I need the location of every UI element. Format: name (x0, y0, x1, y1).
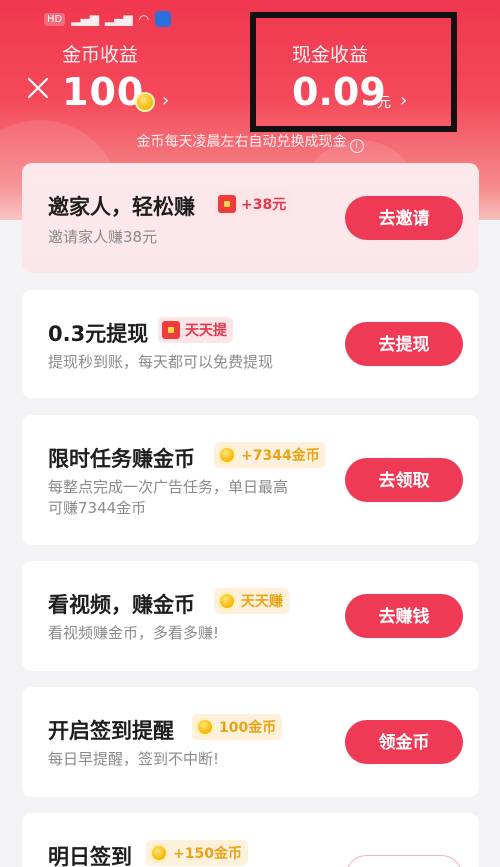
task-card-limited: 限时任务赚金币 +7344金币 每整点完成一次广告任务，单日最高 可赚7344金… (22, 415, 479, 545)
claim-button[interactable]: 去领取 (345, 458, 463, 502)
reward-tag: 天天提 (158, 317, 233, 343)
coin-icon (218, 446, 236, 464)
reward-tag: +150金币 (146, 840, 248, 866)
reward-tag-text: 天天提 (185, 323, 227, 339)
card-description: 看视频赚金币，多看多赚! (48, 624, 220, 642)
coin-icon (196, 718, 214, 736)
reward-tag-text: 天天赚 (241, 594, 283, 610)
card-title: 开启签到提醒 (48, 719, 174, 743)
red-packet-icon (218, 195, 236, 213)
task-card-withdraw: 0.3元提现 天天提 提现秒到账，每天都可以免费提现 去提现 (22, 290, 479, 398)
task-card-invite: 邀家人，轻松赚 +38元 邀请家人赚38元 去邀请 (22, 163, 479, 273)
card-title: 看视频，赚金币 (48, 593, 195, 617)
close-icon[interactable] (26, 76, 50, 100)
card-title: 限时任务赚金币 (48, 447, 195, 471)
coins-earnings-label: 金币收益 (62, 44, 139, 66)
card-description-line-2: 可赚7344金币 (48, 499, 147, 517)
status-bar: HD ▂▄▆ ▂▄▆ ◠ (44, 8, 172, 30)
signal-icon: ▂▄▆ (104, 12, 133, 26)
reward-tag-text: +7344金币 (241, 448, 320, 464)
card-title: 0.3元提现 (48, 322, 149, 346)
task-card-tomorrow-checkin: 明日签到 +150金币 (22, 813, 479, 867)
card-description: 每日早提醒，签到不中断! (48, 750, 220, 768)
reward-tag: 天天赚 (214, 588, 289, 614)
task-card-video: 看视频，赚金币 天天赚 看视频赚金币，多看多赚! 去赚钱 (22, 561, 479, 671)
reward-tag: 100金币 (192, 714, 283, 740)
card-description: 邀请家人赚38元 (48, 228, 158, 246)
invite-button[interactable]: 去邀请 (345, 196, 463, 240)
get-coins-button[interactable]: 领金币 (345, 720, 463, 764)
card-description-line-1: 每整点完成一次广告任务，单日最高 (48, 478, 289, 496)
reward-tag: +38元 (214, 191, 293, 217)
reward-tag-text: +150金币 (173, 846, 242, 862)
reward-tag-text: 100金币 (219, 720, 277, 736)
coin-icon (218, 592, 236, 610)
earn-money-button[interactable]: 去赚钱 (345, 594, 463, 638)
exchange-note: 金币每天凌晨左右自动兑换成现金 i (0, 131, 500, 153)
chevron-right-icon[interactable]: › (162, 90, 169, 111)
withdraw-button[interactable]: 去提现 (345, 322, 463, 366)
wifi-icon: ◠ (138, 12, 150, 26)
exchange-note-text: 金币每天凌晨左右自动兑换成现金 (136, 134, 347, 150)
info-icon[interactable]: i (349, 139, 364, 153)
red-packet-icon (162, 321, 180, 339)
card-description: 提现秒到账，每天都可以免费提现 (48, 353, 274, 371)
card-title: 邀家人，轻松赚 (48, 195, 195, 219)
reward-tag-text: +38元 (241, 197, 287, 213)
card-title: 明日签到 (48, 845, 132, 867)
tomorrow-checkin-button[interactable] (345, 855, 463, 867)
signal-icon: ▂▄▆ (71, 12, 99, 26)
reward-tag: +7344金币 (214, 442, 326, 468)
coin-icon (135, 92, 155, 112)
coin-icon (150, 844, 168, 862)
redaction-box (250, 12, 457, 132)
hd-badge: HD (44, 12, 66, 26)
coins-earnings-value[interactable]: 100 (62, 70, 144, 114)
shield-icon (155, 11, 172, 27)
task-card-checkin-reminder: 开启签到提醒 100金币 每日早提醒，签到不中断! 领金币 (22, 687, 479, 797)
